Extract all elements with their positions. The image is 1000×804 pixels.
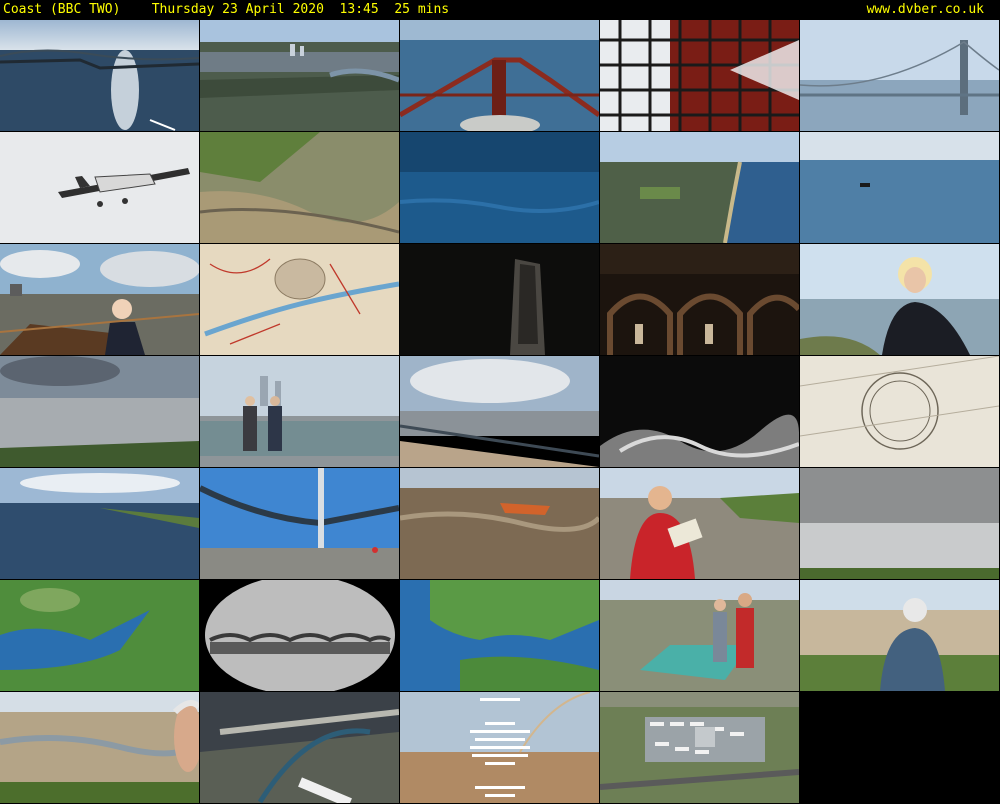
town-icon xyxy=(600,132,799,243)
site-link[interactable]: www.dvber.co.uk xyxy=(867,0,984,19)
thumb-tyne-bridges[interactable] xyxy=(200,692,399,803)
thumb-bridge-girders-closeup[interactable] xyxy=(600,20,799,131)
credits-icon xyxy=(400,692,599,803)
airport-icon xyxy=(600,692,799,803)
thumb-forth-bridge-span[interactable] xyxy=(400,20,599,131)
sea-icon xyxy=(400,132,599,243)
thumb-rowing-boat-presenter[interactable] xyxy=(0,244,199,355)
thumb-dark-tunnel[interactable] xyxy=(400,244,599,355)
vault-icon xyxy=(600,244,799,355)
sea-icon xyxy=(800,468,999,579)
people-icon xyxy=(600,580,799,691)
chart-icon xyxy=(800,356,999,467)
bridge-icon xyxy=(0,20,199,131)
thumb-man-with-book[interactable] xyxy=(600,468,799,579)
wave-icon xyxy=(600,356,799,467)
promenade-icon xyxy=(400,356,599,467)
thumb-walkers-promenade[interactable] xyxy=(200,356,399,467)
bridge-icon xyxy=(200,692,399,803)
plane-icon xyxy=(0,132,199,243)
thumb-end-credits[interactable] xyxy=(400,692,599,803)
person-icon xyxy=(800,244,999,355)
bridge-icon xyxy=(800,20,999,131)
boat-icon xyxy=(0,244,199,355)
globe-icon xyxy=(400,580,599,691)
thumb-tidal-flats[interactable] xyxy=(200,132,399,243)
thumb-stormy-estuary[interactable] xyxy=(0,356,199,467)
programme-title: Coast (BBC TWO) Thursday 23 April 2020 1… xyxy=(3,2,450,17)
thumb-men-with-model[interactable] xyxy=(600,580,799,691)
estuary-icon xyxy=(0,356,199,467)
city-icon xyxy=(200,20,399,131)
tunnel-icon xyxy=(400,244,599,355)
thumb-city-aerial[interactable] xyxy=(200,20,399,131)
thumb-bridge-through-lens[interactable] xyxy=(200,580,399,691)
bridge-icon xyxy=(200,468,399,579)
ship-icon xyxy=(800,132,999,243)
header-bar: Coast (BBC TWO) Thursday 23 April 2020 1… xyxy=(0,0,1000,20)
thumb-old-chart-drawing[interactable] xyxy=(800,356,999,467)
person-icon xyxy=(0,692,199,803)
bridge-icon xyxy=(400,20,599,131)
thumb-satellite-map-2[interactable] xyxy=(400,580,599,691)
thumb-small-plane[interactable] xyxy=(0,132,199,243)
landscape-icon xyxy=(200,132,399,243)
girder-icon xyxy=(600,20,799,131)
binoculars-icon xyxy=(200,580,399,691)
thumb-mudflats-man[interactable] xyxy=(0,692,199,803)
thumb-presenter-riverside[interactable] xyxy=(800,244,999,355)
thumb-old-map[interactable] xyxy=(200,244,399,355)
thumb-severn-bridge[interactable] xyxy=(200,468,399,579)
thumb-coastal-town-aerial[interactable] xyxy=(600,132,799,243)
thumb-riverside-promenade[interactable] xyxy=(400,356,599,467)
thumb-open-sea[interactable] xyxy=(400,132,599,243)
map-icon xyxy=(200,244,399,355)
thumb-silver-sea[interactable] xyxy=(800,468,999,579)
thumbnail-grid xyxy=(0,20,1000,804)
thumb-suspension-bridge[interactable] xyxy=(800,20,999,131)
lifeboat-icon xyxy=(400,468,599,579)
thumb-satellite-map[interactable] xyxy=(0,580,199,691)
thumb-ship-at-sea[interactable] xyxy=(800,132,999,243)
thumb-crashing-waves[interactable] xyxy=(600,356,799,467)
person-icon xyxy=(800,580,999,691)
thumb-man-on-shore[interactable] xyxy=(800,580,999,691)
estuary-icon xyxy=(0,468,199,579)
people-icon xyxy=(200,356,399,467)
thumb-calm-estuary[interactable] xyxy=(0,468,199,579)
thumb-rescue-boat[interactable] xyxy=(400,468,599,579)
person-icon xyxy=(600,468,799,579)
globe-icon xyxy=(0,580,199,691)
thumb-brick-vaults[interactable] xyxy=(600,244,799,355)
thumb-forth-bridges-aerial[interactable] xyxy=(0,20,199,131)
thumb-airport-aerial[interactable] xyxy=(600,692,799,803)
